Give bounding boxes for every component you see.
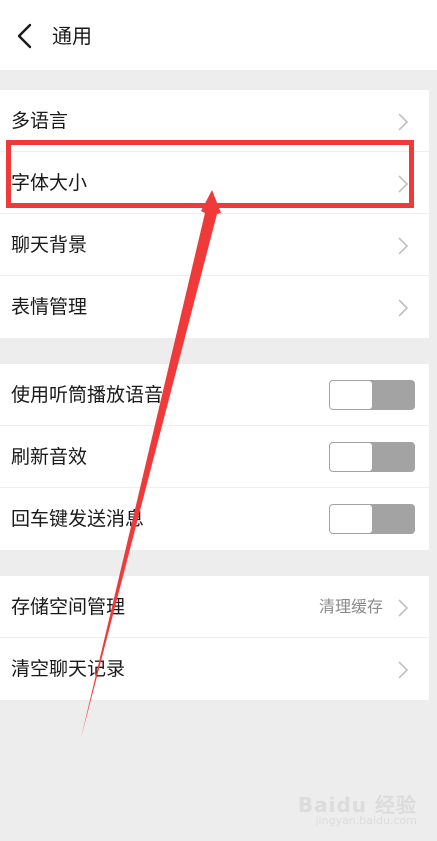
toggle-knob [330, 505, 372, 533]
top-bar: 通用 [0, 0, 437, 70]
row-enter-to-send: 回车键发送消息 [0, 488, 429, 550]
settings-group-sound: 使用听筒播放语音 刷新音效 回车键发送消息 [0, 364, 429, 550]
watermark: Baidu 经验 jingyan.baidu.com [297, 793, 417, 829]
highlight-box [6, 140, 414, 208]
chevron-right-icon [398, 599, 409, 617]
row-label: 使用听筒播放语音 [11, 384, 164, 406]
enter-to-send-toggle[interactable] [329, 504, 415, 534]
row-label: 聊天背景 [11, 234, 88, 256]
chevron-left-icon[interactable] [14, 22, 36, 50]
row-label: 刷新音效 [11, 446, 88, 468]
toggle-knob [330, 381, 372, 409]
row-earpiece-playback: 使用听筒播放语音 [0, 364, 429, 426]
settings-group-storage: 存储空间管理 清理缓存 清空聊天记录 [0, 576, 429, 700]
settings-group-display: 多语言 字体大小 聊天背景 表情管理 [0, 90, 429, 338]
chevron-right-icon [398, 113, 409, 131]
page-title: 通用 [52, 24, 92, 48]
row-label: 回车键发送消息 [11, 508, 145, 530]
row-chat-background[interactable]: 聊天背景 [0, 214, 429, 276]
row-label: 存储空间管理 [11, 596, 126, 618]
watermark-logo-text: Baidu 经验 [297, 793, 417, 817]
chevron-right-icon [398, 661, 409, 679]
row-label: 清空聊天记录 [11, 658, 126, 680]
toggle-knob [330, 443, 372, 471]
row-refresh-sound: 刷新音效 [0, 426, 429, 488]
chevron-right-icon [398, 299, 409, 317]
refresh-sound-toggle[interactable] [329, 442, 415, 472]
chevron-right-icon [398, 237, 409, 255]
watermark-url: jingyan.baidu.com [315, 814, 417, 827]
row-emoji-management[interactable]: 表情管理 [0, 276, 429, 338]
row-storage-management[interactable]: 存储空间管理 清理缓存 [0, 576, 429, 638]
earpiece-toggle[interactable] [329, 380, 415, 410]
clear-cache-value: 清理缓存 [318, 597, 383, 616]
row-clear-chat-history[interactable]: 清空聊天记录 [0, 638, 429, 700]
row-label: 表情管理 [11, 296, 88, 318]
